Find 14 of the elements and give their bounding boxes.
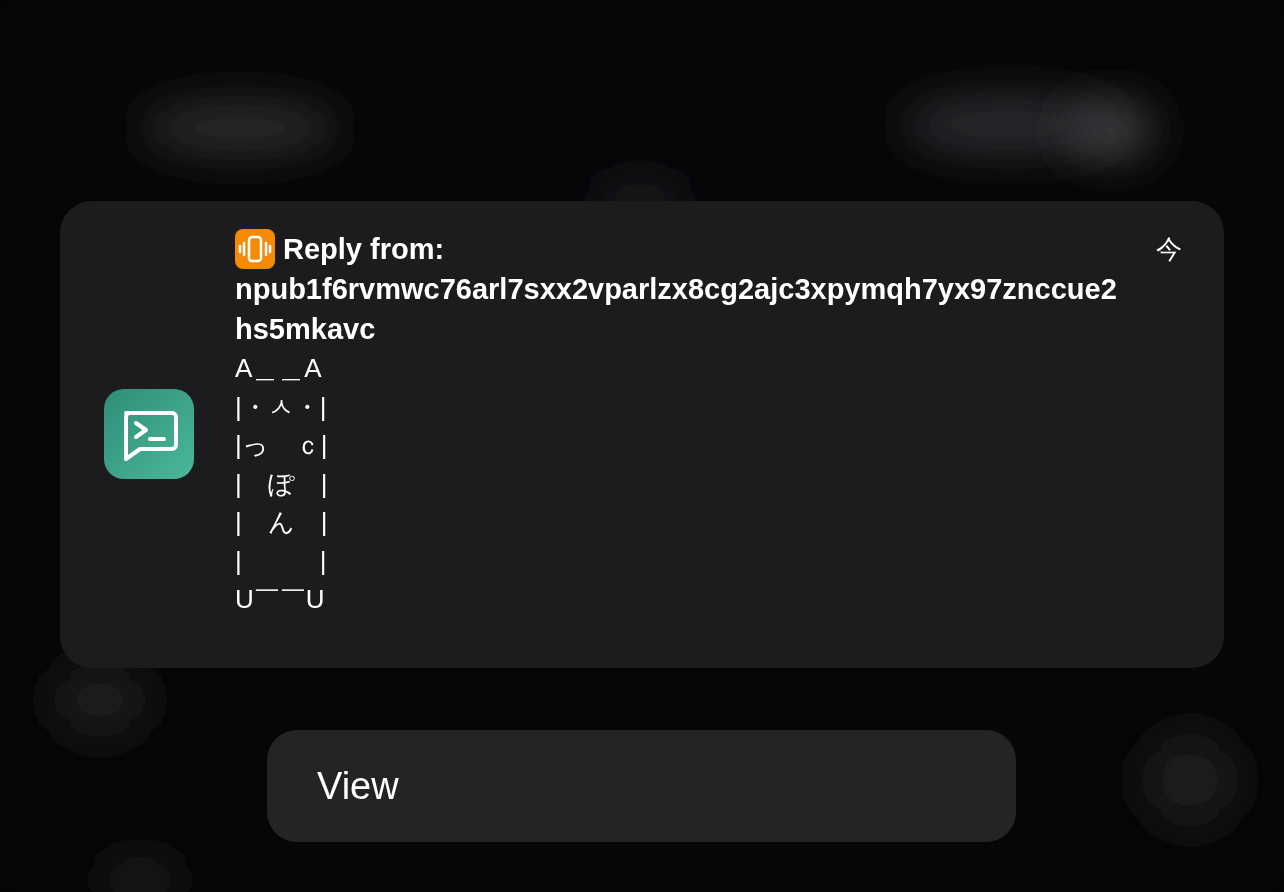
message-line: U￣￣U [235, 583, 325, 616]
title-text: Reply from: [283, 232, 445, 267]
terminal-chat-icon [104, 389, 194, 479]
notification-card[interactable]: Reply from: 今 npub1f6rvmwc76arl7sxx2vparlzx8cg2ajc3xpymqh7yx97znccue2hs5mkavc A＿＿A |・ㅅ・| |っ ｃ| | ぽ | | ん | | | U￣￣U [60, 201, 1224, 668]
message-line: | | [235, 544, 327, 578]
message-line: | ぽ | [235, 467, 328, 501]
message-line: | ん | [235, 506, 328, 539]
message-line: |・ㅅ・| [235, 390, 327, 424]
message-line: A＿＿A [235, 352, 322, 385]
view-button[interactable]: View [267, 730, 1016, 842]
message-line: |っ ｃ| [235, 429, 328, 462]
vibrate-icon [235, 229, 275, 269]
timestamp: 今 [1156, 233, 1182, 266]
sender-text: npub1f6rvmwc76arl7sxx2vparlzx8cg2ajc3xpymqh7yx97znccue2hs5mkavc [235, 272, 1118, 347]
